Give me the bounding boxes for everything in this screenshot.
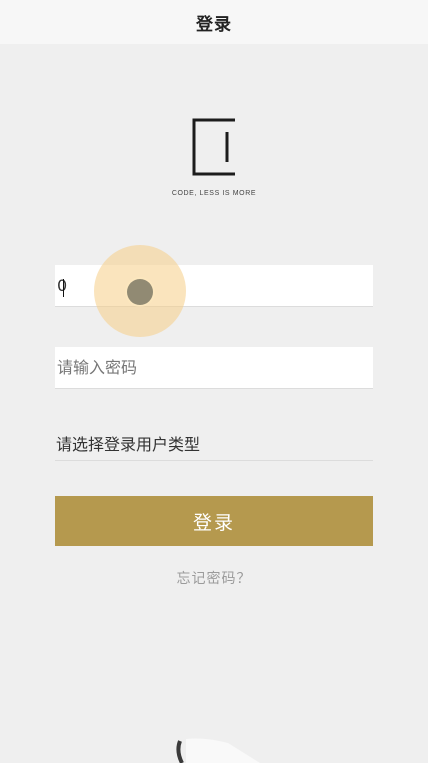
- header-bar: 登录: [0, 0, 428, 44]
- touch-indicator-dot: [127, 279, 153, 305]
- brand-logo: CODE, LESS IS MORE: [0, 118, 428, 197]
- login-screen: 登录 CODE, LESS IS MORE 请选择登录用户类型 登录 忘记密码？: [0, 0, 428, 763]
- user-type-select[interactable]: 请选择登录用户类型: [55, 425, 373, 461]
- bottom-decoration: [0, 735, 428, 763]
- text-cursor: [63, 279, 64, 297]
- page-title: 登录: [196, 14, 232, 35]
- brand-tagline: CODE, LESS IS MORE: [171, 190, 257, 197]
- user-type-label: 请选择登录用户类型: [56, 434, 201, 454]
- password-input-box: [55, 347, 373, 389]
- password-field: [55, 347, 373, 389]
- code-less-logo-icon: [191, 118, 237, 176]
- login-button[interactable]: 登录: [55, 496, 373, 546]
- password-input[interactable]: [55, 347, 373, 388]
- forgot-password-link[interactable]: 忘记密码？: [0, 568, 428, 588]
